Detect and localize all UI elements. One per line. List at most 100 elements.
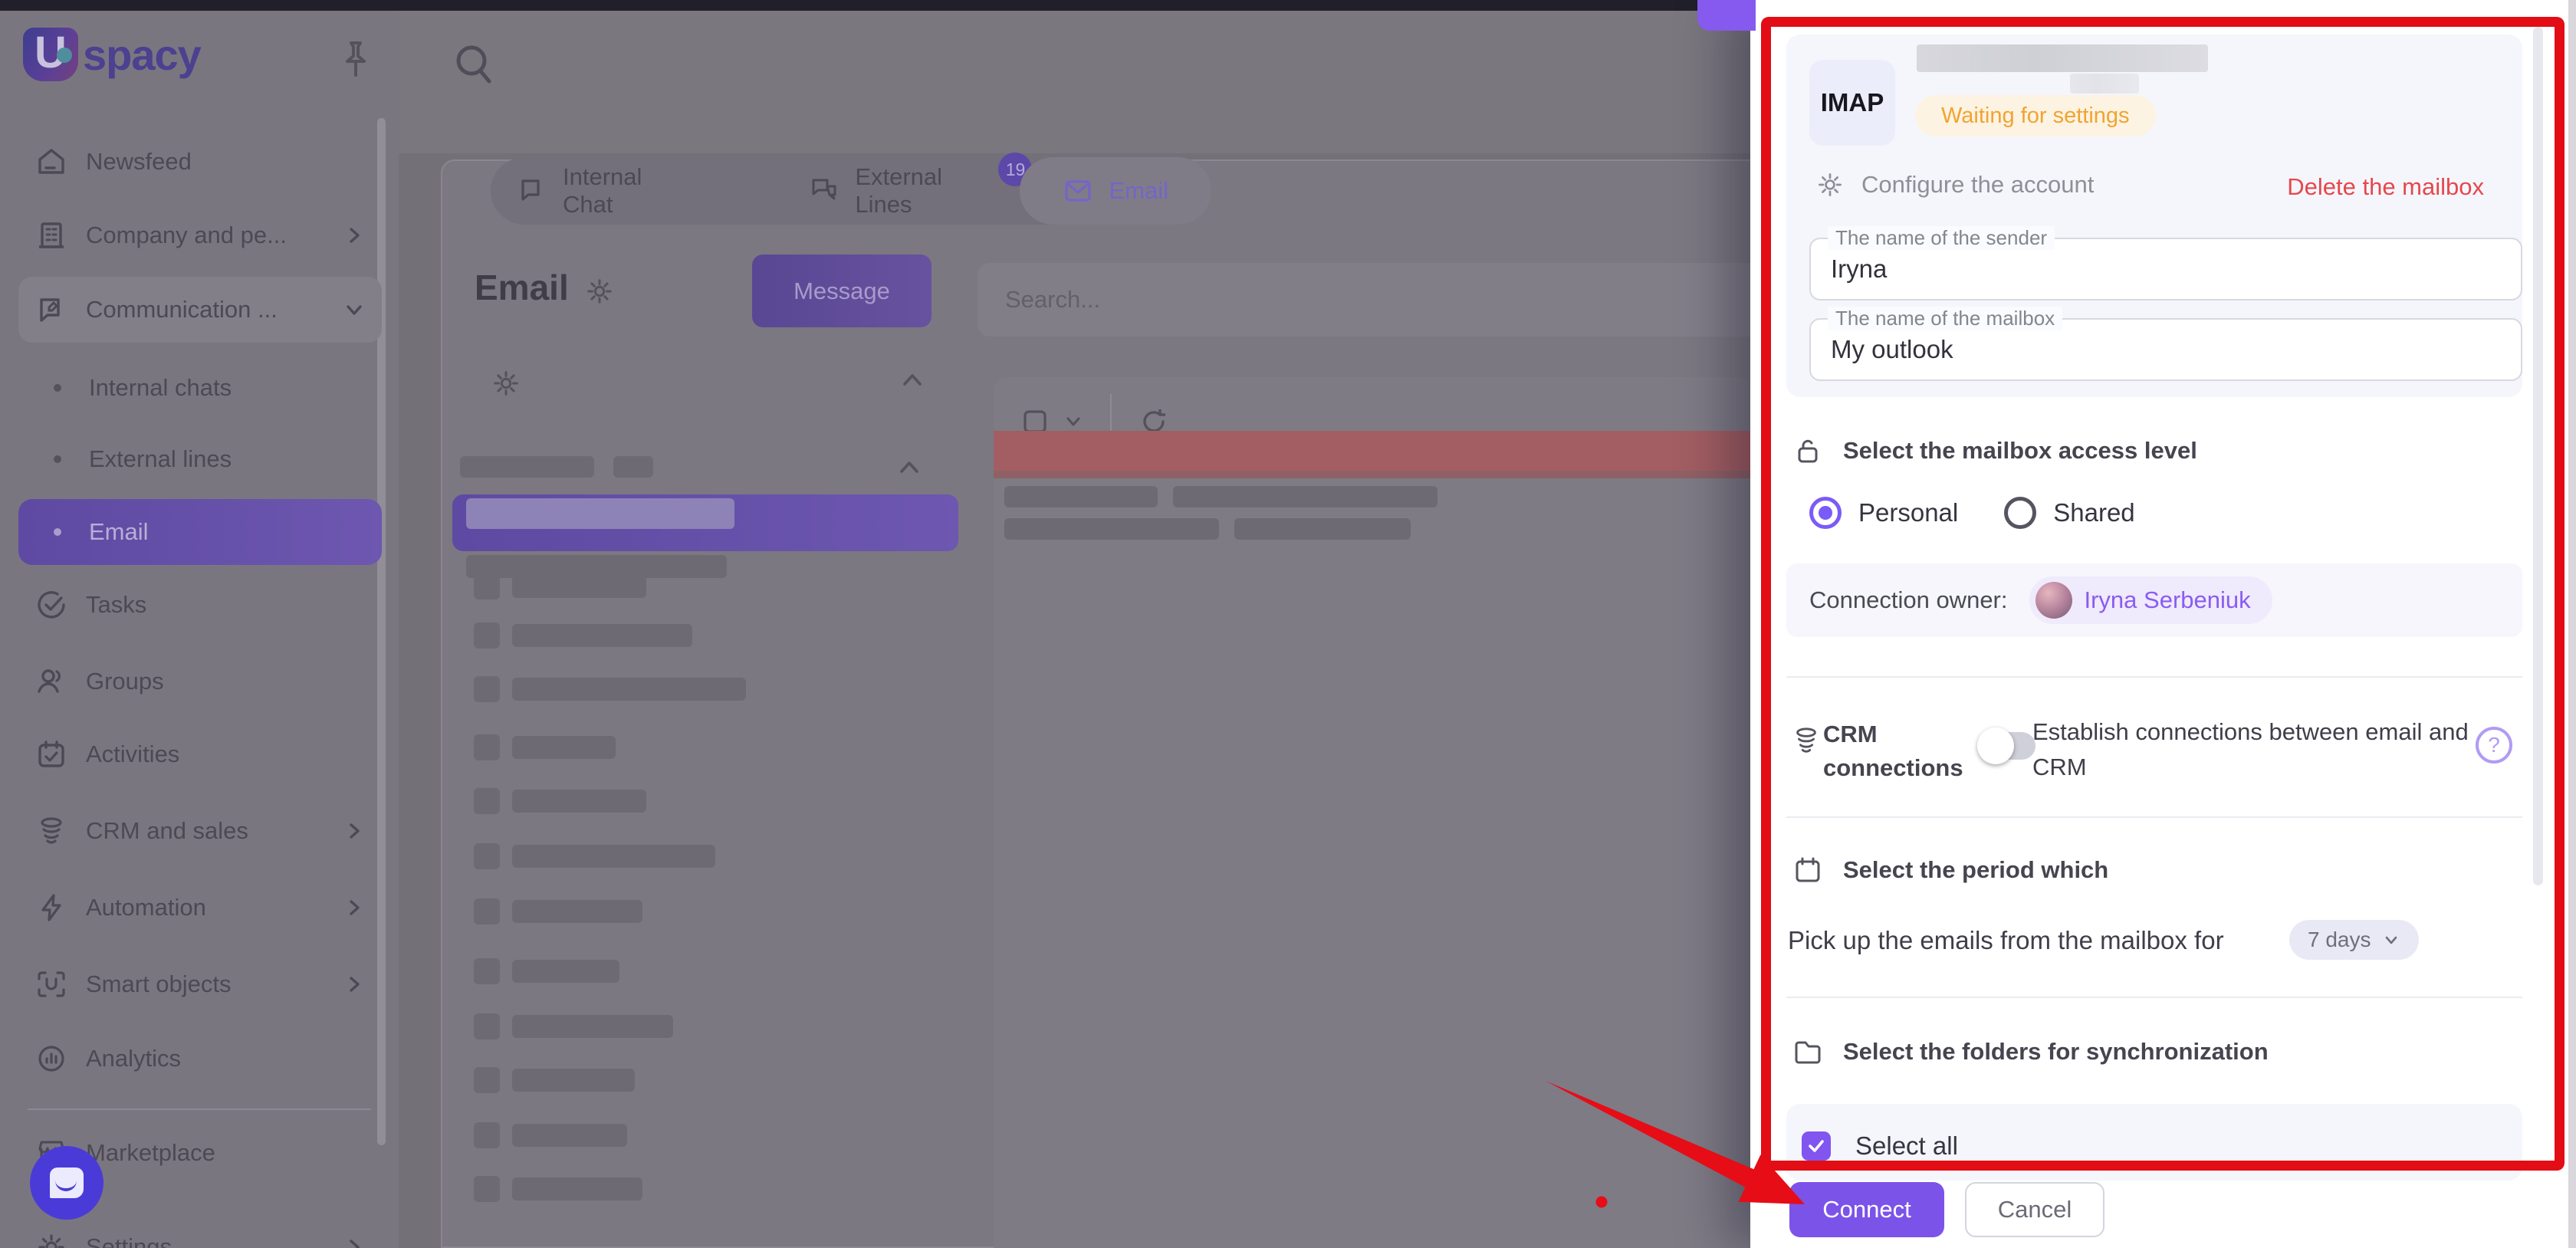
configure-account-button[interactable]: Configure the account bbox=[1815, 170, 2094, 199]
sidebar-item-automation[interactable]: Automation bbox=[18, 875, 382, 941]
drawer-scrollbar[interactable] bbox=[2533, 27, 2543, 885]
sidebar-item-communication[interactable]: Communication ... bbox=[18, 277, 382, 343]
chevron-right-icon bbox=[343, 1237, 365, 1248]
collapse-icon[interactable] bbox=[895, 454, 923, 481]
connection-owner-row: Connection owner: Iryna Serbeniuk bbox=[1786, 563, 2522, 637]
sidebar-item-label: Automation bbox=[86, 894, 206, 921]
pin-icon[interactable] bbox=[336, 38, 376, 81]
sidebar-item-tasks[interactable]: Tasks bbox=[18, 572, 382, 638]
pickup-period-label: Pick up the emails from the mailbox for bbox=[1788, 926, 2224, 955]
selected-email-row[interactable] bbox=[994, 431, 1753, 471]
bullet-icon bbox=[54, 384, 61, 392]
radio-shared[interactable] bbox=[2004, 497, 2036, 529]
search-icon[interactable] bbox=[451, 40, 500, 89]
redacted-folder bbox=[512, 960, 619, 983]
redacted-folder bbox=[512, 845, 715, 868]
avatar bbox=[2036, 582, 2072, 619]
search-placeholder: Search... bbox=[1005, 286, 1100, 314]
sender-name-field[interactable]: The name of the sender Iryna bbox=[1809, 238, 2522, 301]
sidebar-item-external-lines[interactable]: External lines bbox=[18, 426, 382, 492]
sidebar-item-activities[interactable]: Activities bbox=[18, 721, 382, 787]
sidebar-item-company[interactable]: Company and pe... bbox=[18, 202, 382, 268]
period-select[interactable]: 7 days bbox=[2289, 920, 2419, 960]
sidebar-item-label: Analytics bbox=[86, 1045, 181, 1072]
selected-email-row-edge bbox=[994, 471, 1753, 478]
gear-icon[interactable] bbox=[584, 276, 615, 307]
redacted-folder bbox=[512, 624, 692, 647]
sidebar-item-label: Email bbox=[89, 518, 149, 546]
chevron-down-icon[interactable] bbox=[1063, 411, 1084, 432]
smart-objects-icon bbox=[35, 968, 67, 1000]
sidebar-item-groups[interactable]: Groups bbox=[18, 649, 382, 714]
tab-label: Email bbox=[1109, 177, 1168, 205]
lightning-icon bbox=[35, 892, 67, 924]
configure-label: Configure the account bbox=[1861, 171, 2094, 199]
sidebar-item-label: CRM and sales bbox=[86, 817, 248, 845]
tab-external-lines[interactable]: External Lines 19 bbox=[783, 157, 1020, 225]
mailbox-name-field[interactable]: The name of the mailbox My outlook bbox=[1809, 318, 2522, 381]
chat-bubble-icon bbox=[50, 1168, 84, 1198]
redacted-icon bbox=[474, 573, 500, 599]
logo-text: spacy bbox=[83, 30, 201, 80]
redacted-folder bbox=[512, 790, 646, 813]
divider bbox=[1786, 676, 2522, 678]
select-all-row[interactable]: Select all bbox=[1802, 1131, 1958, 1161]
radio-label: Shared bbox=[2053, 498, 2134, 527]
app-screen: U spacy Newsfeed Company and pe... bbox=[0, 0, 2576, 1248]
question-circle-icon[interactable]: ? bbox=[2476, 727, 2512, 764]
chevron-down-icon bbox=[343, 299, 365, 320]
tab-internal-chat[interactable]: Internal Chat bbox=[491, 157, 714, 225]
redacted-email-text bbox=[1234, 518, 1411, 540]
sidebar-item-label: Newsfeed bbox=[86, 148, 192, 176]
message-button[interactable]: Message bbox=[752, 255, 932, 327]
tab-email[interactable]: Email bbox=[1020, 157, 1211, 225]
funnel-stack-icon bbox=[35, 815, 67, 847]
redacted-icon bbox=[474, 1067, 500, 1093]
redacted-icon bbox=[474, 734, 500, 760]
chevron-right-icon bbox=[343, 820, 365, 842]
crm-funnel-icon bbox=[1791, 725, 1822, 756]
redacted-icon bbox=[474, 958, 500, 984]
calendar-icon bbox=[1792, 855, 1823, 885]
people-icon bbox=[35, 665, 67, 698]
support-chat-button[interactable] bbox=[30, 1146, 104, 1220]
delete-mailbox-button[interactable]: Delete the mailbox bbox=[2287, 173, 2484, 201]
search-input[interactable]: Search... bbox=[978, 263, 1775, 337]
sidebar-item-label: Internal chats bbox=[89, 374, 232, 402]
bullet-icon bbox=[54, 528, 61, 536]
cancel-button[interactable]: Cancel bbox=[1965, 1182, 2104, 1237]
chevron-right-icon bbox=[343, 897, 365, 918]
sidebar-item-smart-objects[interactable]: Smart objects bbox=[18, 951, 382, 1017]
redacted-icon bbox=[474, 898, 500, 925]
sidebar-item-internal-chats[interactable]: Internal chats bbox=[18, 355, 382, 421]
chat-bubble-icon bbox=[517, 176, 547, 206]
sidebar-item-email[interactable]: Email bbox=[18, 499, 382, 565]
sidebar-item-analytics[interactable]: Analytics bbox=[18, 1026, 382, 1092]
gear-icon[interactable] bbox=[491, 368, 521, 399]
sidebar-divider bbox=[28, 1108, 371, 1110]
sidebar-item-newsfeed[interactable]: Newsfeed bbox=[18, 129, 382, 195]
protocol-badge: IMAP bbox=[1809, 60, 1895, 146]
redacted-icon bbox=[474, 622, 500, 649]
redacted-folder-group-title bbox=[460, 456, 594, 478]
sidebar-item-label: Communication ... bbox=[86, 296, 278, 323]
mailbox-settings-drawer: IMAP Waiting for settings Configure the … bbox=[1750, 0, 2576, 1248]
gear-icon bbox=[1815, 170, 1845, 199]
sidebar-item-label: Tasks bbox=[86, 591, 146, 619]
crm-connections-toggle[interactable] bbox=[1980, 732, 2036, 760]
annotation-dot bbox=[1596, 1197, 1608, 1208]
redacted-counter bbox=[613, 456, 653, 478]
sidebar-item-label: External lines bbox=[89, 445, 232, 473]
owner-chip[interactable]: Iryna Serbeniuk bbox=[2029, 576, 2272, 624]
redacted-folder bbox=[512, 900, 642, 923]
logo-mark-icon: U bbox=[23, 28, 78, 81]
field-value: My outlook bbox=[1831, 335, 1953, 364]
radio-personal[interactable] bbox=[1809, 497, 1842, 529]
sidebar-item-settings[interactable]: Settings bbox=[18, 1214, 382, 1248]
redacted-icon bbox=[474, 1176, 500, 1202]
chat-pen-icon bbox=[35, 294, 67, 326]
sidebar-item-crm[interactable]: CRM and sales bbox=[18, 798, 382, 864]
redacted-email-address bbox=[1917, 44, 2208, 72]
collapse-icon[interactable] bbox=[899, 366, 926, 394]
field-label: The name of the mailbox bbox=[1828, 307, 2062, 330]
